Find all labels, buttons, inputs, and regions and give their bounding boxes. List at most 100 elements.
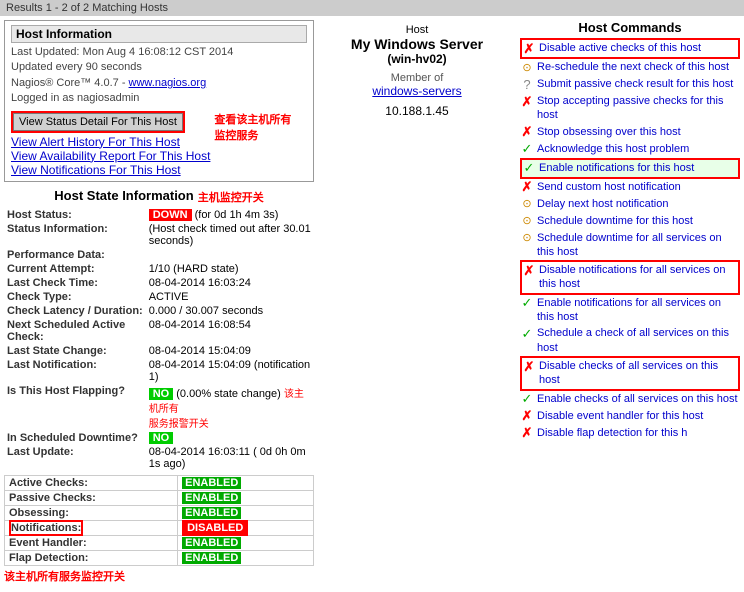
list-item: ✗ Stop accepting passive checks for this… xyxy=(520,93,740,124)
annotation-view-services: 查看该主机所有监控服务 xyxy=(214,111,291,143)
table-row: Host Status: DOWN (for 0d 1h 4m 3s) xyxy=(4,208,314,222)
cmd-acknowledge-problem[interactable]: Acknowledge this host problem xyxy=(537,142,689,156)
notifications-label-highlight: Notifications: xyxy=(9,520,83,536)
clock-icon: ⊙ xyxy=(520,198,534,212)
host-info-box: Host Information Last Updated: Mon Aug 4… xyxy=(4,20,314,182)
table-row: Active Checks: ENABLED xyxy=(5,475,314,490)
x-icon: ✗ xyxy=(520,410,534,424)
cmd-schedule-downtime-host[interactable]: Schedule downtime for this host xyxy=(537,214,693,228)
ip-address: 10.188.1.45 xyxy=(322,104,512,118)
top-bar: Results 1 - 2 of 2 Matching Hosts xyxy=(0,0,744,16)
logged-in: Logged in as nagiosadmin xyxy=(11,91,307,106)
table-row: Passive Checks: ENABLED xyxy=(5,490,314,505)
annotation-host-switch: 主机监控开关 xyxy=(198,189,264,205)
cmd-reschedule-check[interactable]: Re-schedule the next check of this host xyxy=(537,60,729,74)
cmd-disable-event-handler[interactable]: Disable event handler for this host xyxy=(537,409,703,423)
list-item: ✗ Disable active checks of this host xyxy=(520,38,740,59)
table-row: Last Notification: 08-04-2014 15:04:09 (… xyxy=(4,358,314,384)
last-updated: Last Updated: Mon Aug 4 16:08:12 CST 201… xyxy=(11,45,307,60)
cmd-stop-passive[interactable]: Stop accepting passive checks for this h… xyxy=(537,94,740,123)
clock-icon: ⊙ xyxy=(520,215,534,229)
list-item: ✗ Disable event handler for this host xyxy=(520,408,740,425)
host-info-title: Host Information xyxy=(11,25,307,43)
cmd-enable-checks-all-services[interactable]: Enable checks of all services on this ho… xyxy=(537,392,738,406)
table-row: Last Check Time: 08-04-2014 16:03:24 xyxy=(4,276,314,290)
list-item: ✗ Disable notifications for all services… xyxy=(520,260,740,295)
cmd-delay-notification[interactable]: Delay next host notification xyxy=(537,197,668,211)
list-item: ✓ Enable checks of all services on this … xyxy=(520,391,740,408)
table-row: Next Scheduled ActiveCheck: 08-04-2014 1… xyxy=(4,318,314,344)
host-action-links: View Status Detail For This Host View Al… xyxy=(11,111,210,177)
member-group-link[interactable]: windows-servers xyxy=(372,84,461,98)
cmd-disable-notif-all-services[interactable]: Disable notifications for all services o… xyxy=(539,263,738,292)
downtime-badge: NO xyxy=(149,432,174,444)
x-icon: ✗ xyxy=(522,264,536,278)
x-icon: ✗ xyxy=(520,181,534,195)
check-icon: ✓ xyxy=(522,162,536,176)
view-alerts-link[interactable]: View Alert History For This Host xyxy=(11,135,180,149)
list-item: ⊙ Schedule downtime for all services on … xyxy=(520,230,740,261)
list-item: ✗ Send custom host notification xyxy=(520,179,740,196)
clock-icon: ⊙ xyxy=(520,61,534,75)
state-info-section: Host State Information 主机监控开关 Host Statu… xyxy=(4,188,314,584)
list-item: ✓ Schedule a check of all services on th… xyxy=(520,325,740,356)
cmd-disable-checks-all-services[interactable]: Disable checks of all services on this h… xyxy=(539,359,738,388)
table-row: Check Latency / Duration: 0.000 / 30.007… xyxy=(4,304,314,318)
list-item: ⊙ Re-schedule the next check of this hos… xyxy=(520,59,740,76)
check-status-table: Active Checks: ENABLED Passive Checks: E… xyxy=(4,475,314,566)
cmd-schedule-check-all-services[interactable]: Schedule a check of all services on this… xyxy=(537,326,740,355)
commands-title: Host Commands xyxy=(520,20,740,35)
flap-detection-badge: ENABLED xyxy=(182,552,241,564)
list-item: ? Submit passive check result for this h… xyxy=(520,76,740,93)
annotation-service-monitor: 该主机所有服务监控开关 xyxy=(4,568,314,584)
host-label: Host xyxy=(322,24,512,36)
commands-list: ✗ Disable active checks of this host ⊙ R… xyxy=(520,38,740,442)
host-name: My Windows Server xyxy=(322,36,512,52)
list-item: ✗ Stop obsessing over this host xyxy=(520,124,740,141)
view-status-detail-button[interactable]: View Status Detail For This Host xyxy=(13,113,183,131)
view-notifications-link[interactable]: View Notifications For This Host xyxy=(11,163,181,177)
center-panel: Host My Windows Server (win-hv02) Member… xyxy=(318,20,516,584)
table-row: Check Type: ACTIVE xyxy=(4,290,314,304)
cmd-enable-notifications[interactable]: Enable notifications for this host xyxy=(539,161,694,175)
table-row: Performance Data: xyxy=(4,248,314,262)
list-item: ✓ Acknowledge this host problem xyxy=(520,141,740,158)
cmd-submit-passive[interactable]: Submit passive check result for this hos… xyxy=(537,77,733,91)
table-row: Event Handler: ENABLED xyxy=(5,535,314,550)
table-row: Current Attempt: 1/10 (HARD state) xyxy=(4,262,314,276)
host-status-badge: DOWN xyxy=(149,209,192,221)
table-row: In Scheduled Downtime? NO xyxy=(4,431,314,445)
list-item: ✓ Enable notifications for all services … xyxy=(520,295,740,326)
cmd-schedule-downtime-services[interactable]: Schedule downtime for all services on th… xyxy=(537,231,740,260)
x-icon: ✗ xyxy=(520,427,534,441)
check-icon: ✓ xyxy=(520,393,534,407)
check-icon: ✓ xyxy=(520,297,534,311)
state-section-title: Host State Information xyxy=(54,188,193,203)
x-icon: ✗ xyxy=(522,42,536,56)
cmd-disable-active-checks[interactable]: Disable active checks of this host xyxy=(539,41,701,55)
cmd-enable-notif-all-services[interactable]: Enable notifications for all services on… xyxy=(537,296,740,325)
member-of-label: Member of xyxy=(322,72,512,84)
left-panel: Host Information Last Updated: Mon Aug 4… xyxy=(4,20,314,584)
list-item: ✗ Disable flap detection for this h xyxy=(520,425,740,442)
cmd-custom-notification[interactable]: Send custom host notification xyxy=(537,180,681,194)
table-row: Last State Change: 08-04-2014 15:04:09 xyxy=(4,344,314,358)
table-row: Is This Host Flapping? NO (0.00% state c… xyxy=(4,384,314,431)
table-row: Status Information: (Host check timed ou… xyxy=(4,222,314,248)
update-interval: Updated every 90 seconds xyxy=(11,60,307,75)
nagios-link[interactable]: www.nagios.org xyxy=(129,77,207,89)
table-row: Flap Detection: ENABLED xyxy=(5,550,314,565)
view-availability-link[interactable]: View Availability Report For This Host xyxy=(11,149,210,163)
table-row: Notifications: DISABLED xyxy=(5,520,314,535)
flapping-badge: NO xyxy=(149,388,174,400)
clock-icon: ⊙ xyxy=(520,232,534,246)
notifications-badge: DISABLED xyxy=(184,522,246,534)
cmd-stop-obsessing[interactable]: Stop obsessing over this host xyxy=(537,125,681,139)
table-row: Last Update: 08-04-2014 16:03:11 ( 0d 0h… xyxy=(4,445,314,471)
list-item: ⊙ Schedule downtime for this host xyxy=(520,213,740,230)
table-row: Obsessing: ENABLED xyxy=(5,505,314,520)
check-icon: ✓ xyxy=(520,327,534,341)
list-item: ✓ Enable notifications for this host xyxy=(520,158,740,179)
obsessing-badge: ENABLED xyxy=(182,507,241,519)
cmd-disable-flap-detection[interactable]: Disable flap detection for this h xyxy=(537,426,687,440)
